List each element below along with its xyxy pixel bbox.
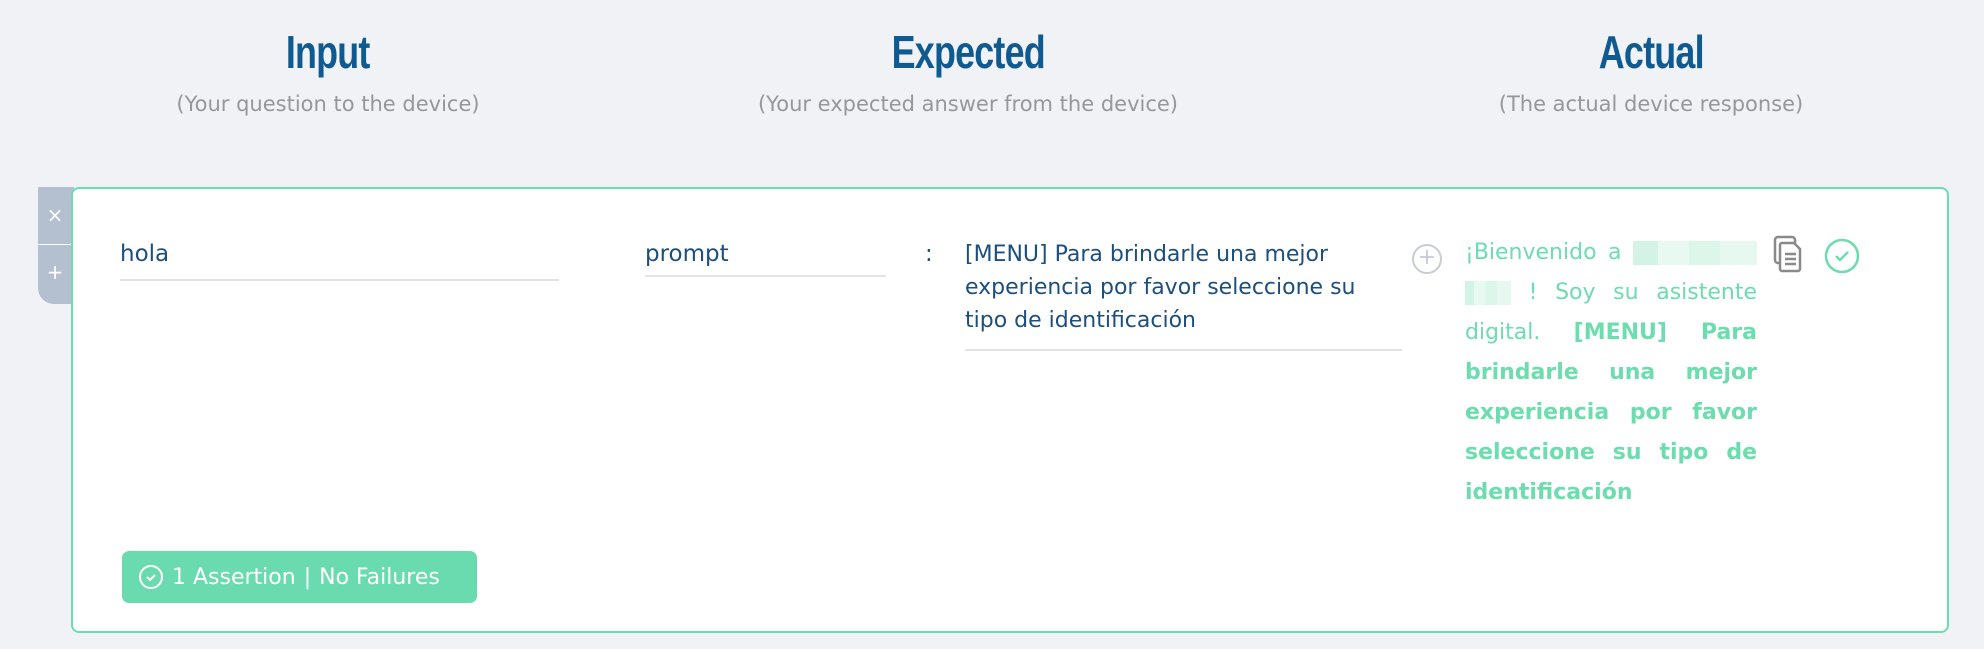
assertion-count: 1 Assertion <box>172 564 296 590</box>
assertion-status-badge[interactable]: 1 Assertion | No Failures <box>122 551 477 603</box>
actual-response: ¡Bienvenido a ! Soy su asistente digital… <box>1465 233 1758 513</box>
column-subtitle: (The actual device response) <box>1498 92 1804 116</box>
separator-colon: : <box>925 241 933 267</box>
pass-check-icon <box>1824 238 1860 274</box>
expected-text-field[interactable]: [MENU] Para brindarle una mejor experien… <box>965 238 1402 351</box>
column-title: Expected <box>891 26 1045 78</box>
column-header-expected: Expected (Your expected answer from the … <box>668 22 1268 116</box>
remove-row-button[interactable]: × <box>38 203 72 227</box>
status-separator: | <box>303 564 312 590</box>
expected-type-field[interactable]: prompt <box>645 241 886 277</box>
column-header-input: Input (Your question to the device) <box>28 22 628 116</box>
column-subtitle: (Your expected answer from the device) <box>757 92 1178 116</box>
add-row-button[interactable]: + <box>38 260 72 284</box>
check-circle-icon <box>139 565 163 589</box>
actual-match: [MENU] Para brindarle una mejor experien… <box>1465 320 1758 505</box>
input-field[interactable]: hola <box>120 241 559 281</box>
column-subtitle: (Your question to the device) <box>176 92 480 116</box>
add-assertion-icon[interactable]: + <box>1412 244 1442 274</box>
column-header-actual: Actual (The actual device response) <box>1351 22 1951 116</box>
row-side-tab: × + <box>38 187 74 304</box>
divider <box>38 244 72 245</box>
column-title: Input <box>286 26 371 78</box>
failure-status: No Failures <box>319 564 440 590</box>
copy-icon[interactable] <box>1773 235 1803 273</box>
actual-prefix: ¡Bienvenido a <box>1465 240 1622 265</box>
test-step-card: hola prompt : [MENU] Para brindarle una … <box>71 187 1949 633</box>
redacted-name <box>1633 241 1758 265</box>
column-title: Actual <box>1598 26 1705 78</box>
redacted-name <box>1465 281 1511 305</box>
